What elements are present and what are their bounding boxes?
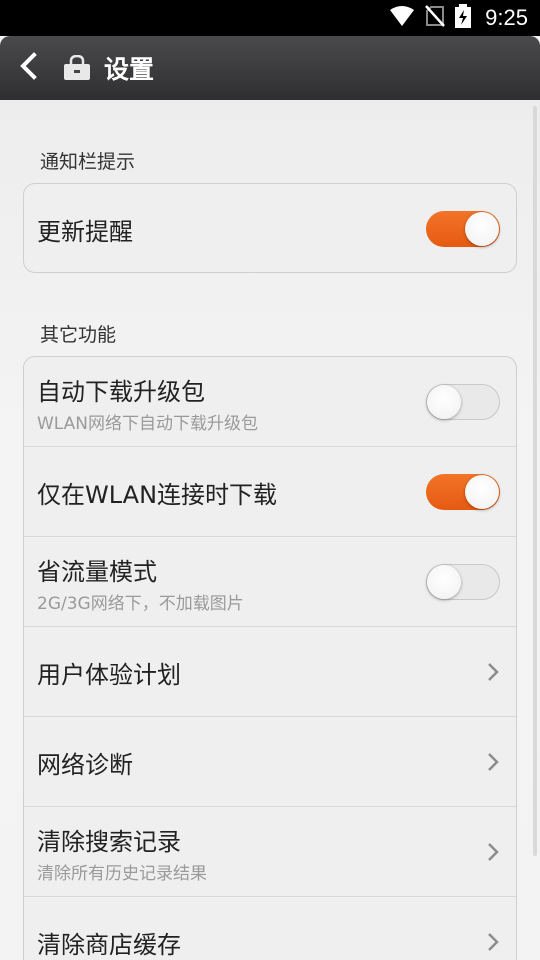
screen: 9:25 设置 通知栏提示 更新提醒 其它功能 自动下载升级包 WLAN网络下自… <box>0 0 540 960</box>
row-title: 仅在WLAN连接时下载 <box>37 481 278 509</box>
back-arrow-icon <box>19 52 37 84</box>
row-title: 清除商店缓存 <box>37 931 181 959</box>
auto-download-toggle[interactable] <box>426 384 500 420</box>
toggle-knob <box>427 565 461 599</box>
chevron-right-icon <box>486 840 500 864</box>
no-sim-icon <box>425 5 446 31</box>
toggle-knob <box>465 212 499 246</box>
section-header-notification: 通知栏提示 <box>40 151 136 173</box>
data-saver-toggle[interactable] <box>426 564 500 600</box>
notification-card: 更新提醒 <box>23 183 517 273</box>
battery-charging-icon <box>455 4 472 32</box>
section-header-other: 其它功能 <box>40 324 117 346</box>
setting-row-clear-cache[interactable]: 清除商店缓存 <box>24 897 516 960</box>
wifi-icon <box>389 5 415 31</box>
row-title: 自动下载升级包 <box>37 378 205 406</box>
status-bar: 9:25 <box>0 0 540 36</box>
setting-row-update-reminder[interactable]: 更新提醒 <box>24 184 516 272</box>
wlan-only-toggle[interactable] <box>426 474 500 510</box>
scrollbar[interactable] <box>533 106 537 856</box>
toggle-knob <box>465 475 499 509</box>
row-title: 网络诊断 <box>37 751 133 779</box>
row-title: 更新提醒 <box>37 218 133 246</box>
other-features-card: 自动下载升级包 WLAN网络下自动下载升级包 仅在WLAN连接时下载 省流量模式… <box>23 356 517 960</box>
row-title: 用户体验计划 <box>37 661 181 689</box>
chevron-right-icon <box>486 750 500 774</box>
setting-row-user-experience[interactable]: 用户体验计划 <box>24 627 516 717</box>
page-title: 设置 <box>104 55 155 84</box>
setting-row-network-diagnosis[interactable]: 网络诊断 <box>24 717 516 807</box>
back-button[interactable] <box>0 36 56 100</box>
row-title: 省流量模式 <box>37 558 157 586</box>
update-reminder-toggle[interactable] <box>426 211 500 247</box>
row-subtitle: WLAN网络下自动下载升级包 <box>37 414 259 434</box>
toggle-knob <box>427 385 461 419</box>
status-time: 9:25 <box>485 5 528 30</box>
row-title: 清除搜索记录 <box>37 828 181 856</box>
action-bar: 设置 <box>0 36 540 100</box>
setting-row-wlan-only[interactable]: 仅在WLAN连接时下载 <box>24 447 516 537</box>
chevron-right-icon <box>486 930 500 954</box>
row-subtitle: 清除所有历史记录结果 <box>37 864 207 884</box>
store-bag-icon <box>60 48 94 88</box>
settings-content[interactable]: 通知栏提示 更新提醒 其它功能 自动下载升级包 WLAN网络下自动下载升级包 仅… <box>0 100 540 960</box>
row-subtitle: 2G/3G网络下，不加载图片 <box>37 594 244 614</box>
status-icons: 9:25 <box>389 0 528 36</box>
setting-row-auto-download[interactable]: 自动下载升级包 WLAN网络下自动下载升级包 <box>24 357 516 447</box>
setting-row-data-saver[interactable]: 省流量模式 2G/3G网络下，不加载图片 <box>24 537 516 627</box>
chevron-right-icon <box>486 660 500 684</box>
setting-row-clear-search[interactable]: 清除搜索记录 清除所有历史记录结果 <box>24 807 516 897</box>
